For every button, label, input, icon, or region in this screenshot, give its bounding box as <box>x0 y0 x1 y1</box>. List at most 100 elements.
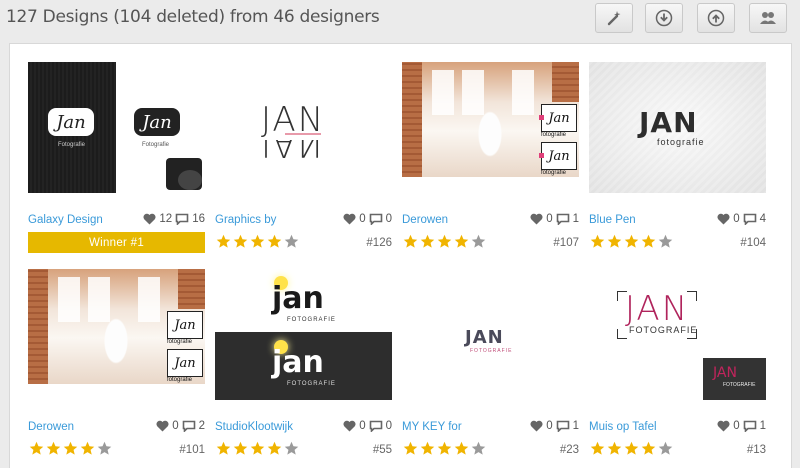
star-icon[interactable] <box>641 234 656 249</box>
comments-count: 1 <box>572 420 579 432</box>
design-stats: 0 2 <box>156 420 205 432</box>
likes-count: 0 <box>733 213 740 225</box>
likes-count: 0 <box>733 420 740 432</box>
design-thumbnail[interactable]: JAN FOTOGRAFIE JAN FOTOGRAFIE <box>589 269 766 400</box>
design-number: #126 <box>366 237 392 249</box>
designer-name[interactable]: MY KEY for <box>402 421 502 433</box>
star-icon[interactable] <box>97 441 112 456</box>
star-icon[interactable] <box>641 441 656 456</box>
designer-name[interactable]: Muis op Tafel <box>589 421 689 433</box>
star-icon[interactable] <box>63 441 78 456</box>
comments-count: 2 <box>198 420 205 432</box>
star-icon[interactable] <box>624 234 639 249</box>
rating-stars[interactable] <box>590 441 673 456</box>
rating-stars[interactable] <box>216 234 299 249</box>
comments-count: 1 <box>759 420 766 432</box>
designer-name[interactable]: Blue Pen <box>589 214 689 226</box>
star-icon[interactable] <box>80 441 95 456</box>
star-icon[interactable] <box>216 441 231 456</box>
designer-name[interactable]: Graphics by <box>215 214 315 226</box>
design-stats: 12 16 <box>143 213 205 225</box>
design-thumbnail[interactable]: Jan Fotografie Jan Fotografie <box>28 62 205 193</box>
rating-stars[interactable] <box>216 441 299 456</box>
design-thumbnail[interactable]: JAN FOTOGRAFIE <box>402 269 579 400</box>
star-icon[interactable] <box>250 441 265 456</box>
top-bar: 127 Designs (104 deleted) from 46 design… <box>0 0 800 38</box>
star-icon[interactable] <box>590 441 605 456</box>
design-stats: 0 4 <box>717 213 766 225</box>
logo-text: Jan <box>134 108 180 136</box>
star-icon[interactable] <box>471 441 486 456</box>
star-icon[interactable] <box>437 441 452 456</box>
comments-count: 1 <box>572 213 579 225</box>
likes-count: 0 <box>359 420 366 432</box>
design-thumbnail[interactable]: JAN JAN <box>215 62 392 193</box>
designer-name[interactable]: Derowen <box>402 214 502 226</box>
comments-count: 0 <box>385 420 392 432</box>
star-icon[interactable] <box>233 234 248 249</box>
design-thumbnail[interactable]: JAN fotografie <box>589 62 766 193</box>
designer-name[interactable]: Galaxy Design <box>28 214 128 226</box>
comments-icon <box>175 213 189 225</box>
comments-count: 4 <box>759 213 766 225</box>
star-icon[interactable] <box>624 441 639 456</box>
star-icon[interactable] <box>284 234 299 249</box>
download-button[interactable] <box>645 3 683 33</box>
star-icon[interactable] <box>233 441 248 456</box>
rating-stars[interactable] <box>590 234 673 249</box>
star-icon[interactable] <box>607 441 622 456</box>
design-stats: 0 1 <box>717 420 766 432</box>
star-icon[interactable] <box>284 441 299 456</box>
download-icon <box>655 9 673 27</box>
logo-text: Jan <box>48 108 94 136</box>
star-icon[interactable] <box>420 234 435 249</box>
upload-icon <box>707 9 725 27</box>
star-icon[interactable] <box>403 234 418 249</box>
heart-icon <box>156 420 169 432</box>
star-icon[interactable] <box>454 441 469 456</box>
page-title: 127 Designs (104 deleted) from 46 design… <box>6 7 380 27</box>
star-icon[interactable] <box>267 441 282 456</box>
star-icon[interactable] <box>658 234 673 249</box>
design-thumbnail[interactable]: Jan fotografie Jan fotografie <box>402 62 579 193</box>
designer-name[interactable]: Derowen <box>28 421 128 433</box>
design-thumbnail[interactable]: jan FOTOGRAFIE jan FOTOGRAFIE <box>215 269 392 400</box>
star-icon[interactable] <box>403 441 418 456</box>
star-icon[interactable] <box>250 234 265 249</box>
heart-icon <box>530 213 543 225</box>
heart-icon <box>343 213 356 225</box>
upload-button[interactable] <box>697 3 735 33</box>
star-icon[interactable] <box>216 234 231 249</box>
design-stats: 0 1 <box>530 420 579 432</box>
comments-icon <box>556 420 569 432</box>
likes-count: 0 <box>172 420 179 432</box>
heart-icon <box>717 213 730 225</box>
rating-stars[interactable] <box>403 441 486 456</box>
star-icon[interactable] <box>267 234 282 249</box>
rating-stars[interactable] <box>29 441 112 456</box>
heart-icon <box>143 213 156 225</box>
comments-icon <box>743 213 756 225</box>
design-stats: 0 1 <box>530 213 579 225</box>
designer-name[interactable]: StudioKlootwijk <box>215 421 315 433</box>
star-icon[interactable] <box>658 441 673 456</box>
star-icon[interactable] <box>46 441 61 456</box>
star-icon[interactable] <box>590 234 605 249</box>
star-icon[interactable] <box>420 441 435 456</box>
magic-wand-icon <box>607 11 621 26</box>
design-number: #101 <box>179 444 205 456</box>
heart-icon <box>717 420 730 432</box>
users-icon <box>760 12 776 24</box>
rating-stars[interactable] <box>403 234 486 249</box>
star-icon[interactable] <box>437 234 452 249</box>
comments-count: 16 <box>192 213 205 225</box>
designs-panel: Jan Fotografie Jan Fotografie Galaxy Des… <box>9 43 792 468</box>
star-icon[interactable] <box>29 441 44 456</box>
users-button[interactable] <box>749 3 787 33</box>
likes-count: 0 <box>546 213 553 225</box>
magic-wand-button[interactable] <box>595 3 633 33</box>
star-icon[interactable] <box>454 234 469 249</box>
star-icon[interactable] <box>607 234 622 249</box>
design-thumbnail[interactable]: Jan fotografie Jan fotografie <box>28 269 205 400</box>
star-icon[interactable] <box>471 234 486 249</box>
